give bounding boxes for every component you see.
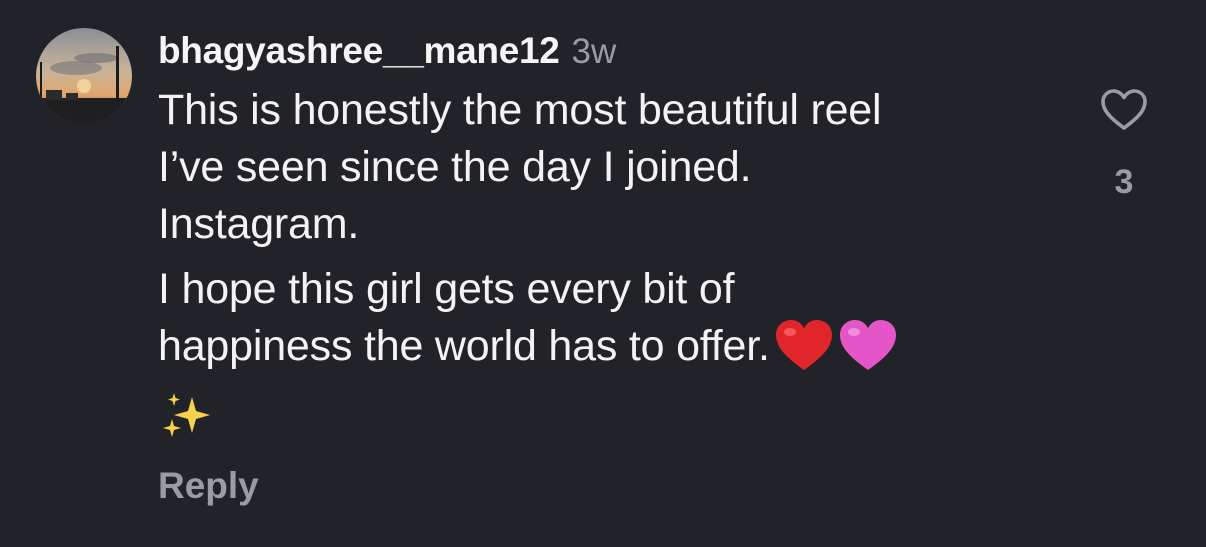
comment-line: Instagram. (158, 200, 360, 248)
comment-item: bhagyashree__mane12 3w This is honestly … (0, 0, 1206, 547)
comment-paragraph: I hope this girl gets every bit of happi… (158, 261, 1038, 462)
like-area: 3 (1096, 88, 1152, 202)
comment-line: I’ve seen since the day I joined. (158, 143, 752, 191)
profile-photo (36, 28, 132, 124)
comment-paragraph: This is honestly the most beautiful reel… (158, 82, 1038, 253)
like-button[interactable] (1100, 88, 1148, 135)
heart-outline-icon (1100, 89, 1148, 135)
comment-line: happiness the world has to offer. (158, 322, 770, 370)
reply-button[interactable]: Reply (158, 465, 259, 507)
comment-timestamp: 3w (571, 32, 617, 71)
avatar[interactable] (36, 28, 132, 124)
username-link[interactable]: bhagyashree__mane12 (158, 30, 560, 72)
pink-heart-emoji (838, 318, 898, 387)
red-heart-emoji (774, 318, 834, 387)
comment-text: This is honestly the most beautiful reel… (158, 82, 1038, 462)
comment-header: bhagyashree__mane12 3w (158, 30, 1038, 82)
sparkles-emoji (158, 391, 1038, 462)
like-count: 3 (1114, 163, 1134, 201)
comment-line: This is honestly the most beautiful reel (158, 86, 882, 134)
comment-content: bhagyashree__mane12 3w This is honestly … (158, 30, 1038, 462)
comment-line: I hope this girl gets every bit of (158, 265, 735, 313)
